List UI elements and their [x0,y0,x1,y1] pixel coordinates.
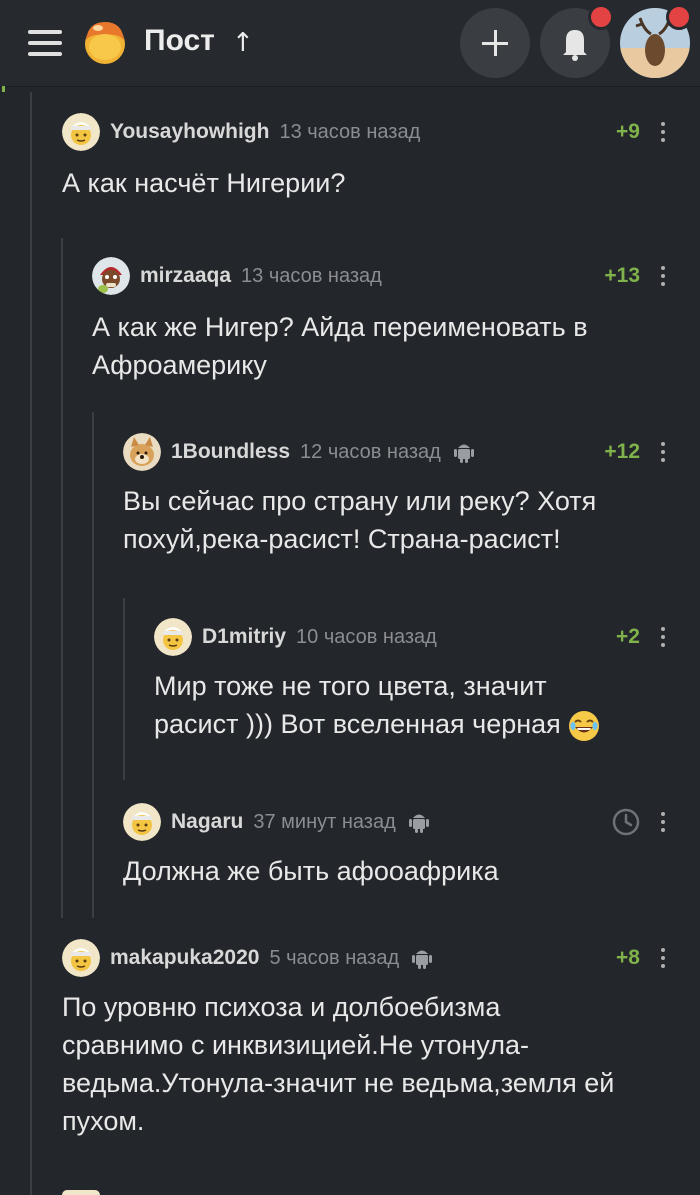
comment-text: Мир тоже не того цвета, значит расист ))… [154,667,600,743]
laughing-emoji-icon [569,710,600,741]
scroll-indicator [2,86,5,92]
avatar[interactable] [154,618,192,656]
android-icon [408,810,430,834]
comment-rating: +2 [616,625,640,648]
logo-icon[interactable] [78,14,132,66]
comment-rating: +9 [616,120,640,143]
more-icon[interactable] [660,440,666,464]
thread-line-level1 [30,92,32,1195]
comment-time[interactable]: 5 часов назад [269,947,399,970]
comment: makapuka2020 5 часов назад +8 По уровню … [62,938,672,1148]
comment-text: А как насчёт Нигерии? [62,168,346,198]
comment-author[interactable]: D1mitriy [202,625,286,649]
comment-text: Должна же быть афооафрика [123,856,499,886]
clock-icon [612,808,640,836]
notification-dot [588,4,614,30]
avatar[interactable] [62,939,100,977]
comment-time[interactable]: 10 часов назад [296,626,437,649]
avatar[interactable] [123,433,161,471]
comment: Yousayhowhigh 13 часов назад +9 А как на… [62,112,672,202]
plus-icon [482,30,508,56]
more-icon[interactable] [660,946,666,970]
add-post-button[interactable] [460,8,530,78]
comment-rating: +12 [604,440,640,463]
more-icon[interactable] [660,120,666,144]
android-icon [411,946,433,970]
comment-time[interactable]: 37 минут назад [253,811,395,834]
comment: Nagaru 37 минут назад Должна же быть афо… [123,802,672,892]
avatar[interactable] [123,803,161,841]
comment-rating: +13 [604,264,640,287]
more-icon[interactable] [660,625,666,649]
comment-author[interactable]: Nagaru [171,810,243,834]
menu-icon[interactable] [28,30,62,56]
scroll-up-icon[interactable]: ↑ [232,28,254,58]
comment-text: Вы сейчас про страну или реку? Хотя поху… [123,486,597,554]
android-icon [453,440,475,464]
comment-author[interactable]: makapuka2020 [110,946,259,970]
more-icon[interactable] [660,810,666,834]
top-bar: Пост ↑ [0,0,700,87]
thread-line-level4 [123,598,125,780]
profile-notification-dot [666,4,692,30]
comment-time[interactable]: 13 часов назад [241,265,382,288]
comment-text: А как же Нигер? Айда переименовать в Афр… [92,312,588,380]
comment: 1Boundless 12 часов назад +12 Вы сейчас … [123,432,672,562]
comment-rating: +8 [616,946,640,969]
page-title: Пост [144,24,215,57]
comment-text: По уровню психоза и долбоебизма сравнимо… [62,992,615,1136]
comment-time[interactable]: 13 часов назад [279,121,420,144]
comment-time[interactable]: 12 часов назад [300,441,441,464]
thread-line-level3 [92,412,94,918]
next-comment-avatar [62,1190,100,1195]
thread-line-level2 [61,238,63,918]
comment: D1mitriy 10 часов назад +2 Мир тоже не т… [154,617,672,747]
comment: mirzaaqa 13 часов назад +13 А как же Ниг… [92,256,672,386]
comment-author[interactable]: Yousayhowhigh [110,120,269,144]
avatar[interactable] [62,113,100,151]
more-icon[interactable] [660,264,666,288]
comment-author[interactable]: mirzaaqa [140,264,231,288]
comment-author[interactable]: 1Boundless [171,440,290,464]
avatar[interactable] [92,257,130,295]
